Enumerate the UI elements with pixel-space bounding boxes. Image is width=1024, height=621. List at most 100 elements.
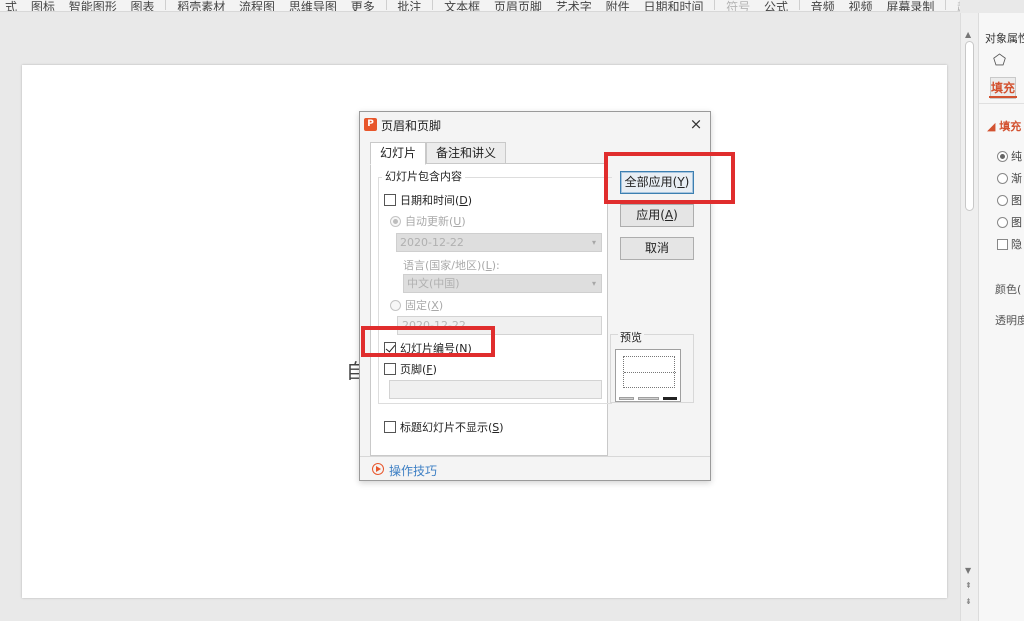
property-pane: 对象属性 ⬠ 填充 ◢ 填充 纯 渐 图 图 隐 颜色( 透明度 (978, 13, 1024, 621)
ribbon-item-audio[interactable]: 音频 (806, 1, 840, 11)
checkbox-label: 日期和时间( (400, 194, 460, 207)
ribbon-item-symbol[interactable]: 符号 (721, 1, 755, 11)
ribbon-item-more[interactable]: 更多 (346, 1, 380, 11)
ribbon-item-formula[interactable]: 公式 (759, 1, 793, 11)
ribbon-item-screen-record[interactable]: 屏幕录制 (881, 1, 939, 11)
ribbon-item-shape[interactable]: 式 (0, 1, 22, 11)
apply-all-button[interactable]: 全部应用(Y) (620, 171, 694, 194)
checkbox-icon (384, 421, 396, 433)
header-footer-dialog: P 页眉和页脚 × 幻灯片 备注和讲义 幻灯片包含内容 日期和时间(D) 自动更… (359, 111, 711, 481)
scroll-down-icon[interactable]: ▼ (965, 566, 971, 575)
fill-option-gradient[interactable]: 渐 (997, 170, 1022, 186)
dialog-title: 页眉和页脚 (381, 119, 442, 133)
prev-slide-icon[interactable]: ⇞ (965, 581, 972, 590)
fill-option-solid[interactable]: 纯 (997, 148, 1022, 164)
next-slide-icon[interactable]: ⇟ (965, 597, 972, 606)
fill-option-picture[interactable]: 图 (997, 192, 1022, 208)
ribbon-separator (714, 0, 716, 10)
preview-footer-placeholder (638, 397, 659, 400)
accelerator-key: N (459, 342, 468, 355)
checkbox-label: 页脚( (400, 363, 427, 376)
slide-number-checkbox[interactable]: 幻灯片编号(N) (384, 340, 472, 356)
transparency-label: 透明度 (995, 314, 1024, 327)
scroll-up-icon[interactable]: ▲ (965, 30, 971, 39)
label-suffix: ) (432, 363, 437, 376)
radio-label: 固定( (405, 299, 432, 312)
hide-on-title-slide-checkbox[interactable]: 标题幻灯片不显示(S) (384, 419, 504, 435)
ribbon-separator (432, 0, 434, 10)
footer-checkbox[interactable]: 页脚(F) (384, 361, 437, 377)
ribbon-item-hyperlink[interactable]: 超链接 (952, 1, 960, 11)
footer-input[interactable] (389, 380, 602, 399)
fill-option-hide[interactable]: 隐 (997, 236, 1022, 252)
label-suffix: ) (499, 421, 504, 434)
button-label: 应用( (636, 208, 665, 222)
ribbon-separator (798, 0, 800, 10)
ribbon-item-textbox[interactable]: 文本框 (439, 1, 485, 11)
fixed-date-radio[interactable]: 固定(X) (390, 297, 443, 313)
tab-notes-handouts[interactable]: 备注和讲义 (426, 142, 506, 164)
close-icon[interactable]: × (687, 115, 705, 133)
pane-title: 对象属性 (985, 32, 1024, 45)
checkbox-icon (384, 342, 396, 354)
label-suffix: ): (491, 259, 500, 272)
radio-icon (997, 151, 1008, 162)
vertical-scrollbar[interactable]: ▲ ▼ ⇞ ⇟ (960, 13, 978, 621)
play-circle-icon[interactable] (372, 463, 384, 475)
pane-tab-underline (989, 96, 1017, 98)
preview-thumbnail (615, 349, 681, 402)
group-label: 幻灯片包含内容 (382, 168, 465, 184)
fixed-date-input[interactable]: 2020-12-22 (397, 316, 602, 335)
label-suffix: ) (438, 299, 444, 312)
ribbon-item-smartart[interactable]: 智能图形 (64, 1, 122, 11)
dialog-titlebar[interactable]: P 页眉和页脚 × (360, 112, 710, 136)
ribbon-item-flowchart[interactable]: 流程图 (234, 1, 280, 11)
chevron-down-icon: ▾ (591, 279, 596, 288)
pane-section-fill[interactable]: ◢ 填充 (987, 118, 1021, 134)
ribbon-separator (165, 0, 167, 10)
fill-option-label: 图 (1011, 216, 1022, 229)
ribbon-item-mindmap[interactable]: 思维导图 (284, 1, 342, 11)
preview-date-placeholder (619, 397, 634, 400)
apply-button[interactable]: 应用(A) (620, 204, 694, 227)
auto-date-select[interactable]: 2020-12-22 ▾ (396, 233, 602, 252)
accelerator-key: D (459, 194, 468, 207)
accelerator-key: X (431, 299, 439, 312)
ribbon-item-icon[interactable]: 图标 (26, 1, 60, 11)
auto-update-radio[interactable]: 自动更新(U) (390, 213, 466, 229)
label-suffix: ) (461, 215, 466, 228)
ribbon-item-material[interactable]: 稻壳素材 (172, 1, 230, 11)
ribbon-item-video[interactable]: 视频 (843, 1, 877, 11)
fill-option-label: 图 (1011, 194, 1022, 207)
radio-label: 自动更新( (405, 215, 454, 228)
tab-slide[interactable]: 幻灯片 (370, 142, 426, 165)
chevron-down-icon: ▾ (591, 238, 596, 247)
preview-content-placeholder (623, 356, 676, 388)
ribbon-item-wordart[interactable]: 艺术字 (551, 1, 597, 11)
language-select[interactable]: 中文(中国) ▾ (403, 274, 602, 293)
accelerator-key: A (664, 208, 674, 222)
label-suffix: ) (467, 194, 473, 207)
tips-link[interactable]: 操作技巧 (389, 462, 437, 479)
checkbox-label: 标题幻灯片不显示( (400, 421, 493, 434)
scrollbar-thumb[interactable] (965, 41, 974, 211)
ribbon-item-attachment[interactable]: 附件 (601, 1, 635, 11)
ribbon-item-header-footer[interactable]: 页眉页脚 (489, 1, 547, 11)
language-label-text: 语言(国家/地区)( (403, 259, 486, 272)
app-logo-icon: P (364, 118, 377, 131)
fill-bucket-icon[interactable]: ⬠ (993, 51, 1006, 69)
ribbon-item-datetime[interactable]: 日期和时间 (638, 1, 708, 11)
auto-date-value: 2020-12-22 (400, 236, 464, 249)
label-suffix: ) (467, 342, 472, 355)
fill-option-label: 渐 (1011, 172, 1022, 185)
ribbon-item-chart[interactable]: 图表 (126, 1, 160, 11)
preview-label: 预览 (618, 329, 644, 345)
date-time-checkbox[interactable]: 日期和时间(D) (384, 192, 472, 208)
radio-icon (997, 173, 1008, 184)
ribbon-item-comment[interactable]: 批注 (392, 1, 426, 11)
radio-icon (390, 300, 401, 311)
checkbox-icon (384, 363, 396, 375)
cancel-button[interactable]: 取消 (620, 237, 694, 260)
fill-option-pattern[interactable]: 图 (997, 214, 1022, 230)
label-suffix: ) (673, 208, 678, 222)
